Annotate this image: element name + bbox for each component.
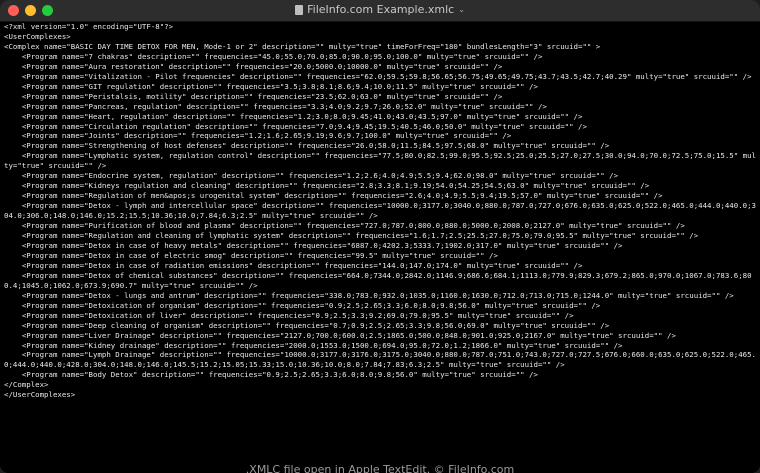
document-line: </UserComplexes>: [4, 390, 76, 400]
chevron-down-icon[interactable]: ⌄: [458, 5, 465, 14]
document-line: <Program name="Body Detox" description="…: [4, 370, 538, 380]
title-bar[interactable]: FileInfo.com Example.xmlc ⌄: [0, 0, 760, 22]
document-line: <Program name="Lymphatic system, regulat…: [4, 151, 756, 171]
window-title: FileInfo.com Example.xmlc: [307, 3, 455, 16]
document-line: <Program name="Vitalization - Pilot freq…: [4, 71, 752, 81]
caption-watermark: .XMLC file open in Apple TextEdit. © Fil…: [245, 463, 515, 473]
document-line: <Program name="7 chakras" description=""…: [4, 51, 543, 61]
document-line: <Program name="Circulation regulation" d…: [4, 121, 587, 131]
document-line: <Program name="Purification of blood and…: [4, 221, 685, 231]
document-line: <Program name="Joints" description="" fr…: [4, 131, 512, 141]
document-line: <Program name="Detox in case of electric…: [4, 250, 498, 260]
document-line: <Program name="Endocrine system, regulat…: [4, 171, 619, 181]
document-line: <Program name="Regulation and cleaning o…: [4, 231, 699, 241]
document-line: <Complex name="BASIC DAY TIME DETOX FOR …: [4, 41, 601, 51]
document-line: <Program name="Detox - lungs and antrum"…: [4, 290, 734, 300]
document-line: <Program name="Deep cleaning of organism…: [4, 320, 610, 330]
document-line: <UserComplexes>: [4, 31, 71, 41]
document-line: <Program name="Aura restoration" descrip…: [4, 61, 503, 71]
document-line: <Program name="Detoxication of organism"…: [4, 300, 601, 310]
document-line: <Program name="Detox in case of radiatio…: [4, 260, 583, 270]
document-text-area[interactable]: <?xml version="1.0" encoding="UTF-8"?> <U…: [0, 22, 760, 473]
document-line: </Complex>: [4, 380, 49, 390]
document-line: <?xml version="1.0" encoding="UTF-8"?>: [4, 22, 174, 31]
document-line: <Program name="Kidneys regulation and cl…: [4, 181, 650, 191]
textedit-window: FileInfo.com Example.xmlc ⌄ <?xml versio…: [0, 0, 760, 473]
document-line: <Program name="Detox in case of heavy me…: [4, 240, 623, 250]
document-line: <Program name="Lymph Drainage" descripti…: [4, 350, 756, 370]
document-line: <Program name="Heart, regulation" descri…: [4, 111, 583, 121]
xml-document-text[interactable]: <?xml version="1.0" encoding="UTF-8"?> <U…: [0, 22, 760, 400]
document-line: <Program name="Detox of chemical substan…: [4, 270, 752, 290]
document-line: <Program name="Peristalsis, motility" de…: [4, 91, 503, 101]
window-title-group[interactable]: FileInfo.com Example.xmlc ⌄: [0, 3, 760, 16]
document-line: <Program name="GIT regulation" descripti…: [4, 81, 538, 91]
document-line: <Program name="Kidney drainage" descript…: [4, 340, 623, 350]
document-line: <Program name="Regulation of men&apos;s …: [4, 191, 663, 201]
document-line: <Program name="Pancreas, regulation" des…: [4, 101, 547, 111]
document-line: <Program name="Liver Drainage" descripti…: [4, 330, 676, 340]
document-line: <Program name="Detoxication of liver" de…: [4, 310, 574, 320]
document-line: <Program name="Strengthening of host def…: [4, 141, 610, 151]
document-icon: [295, 4, 304, 15]
document-line: <Program name="Detox - lymph and interce…: [4, 201, 756, 221]
